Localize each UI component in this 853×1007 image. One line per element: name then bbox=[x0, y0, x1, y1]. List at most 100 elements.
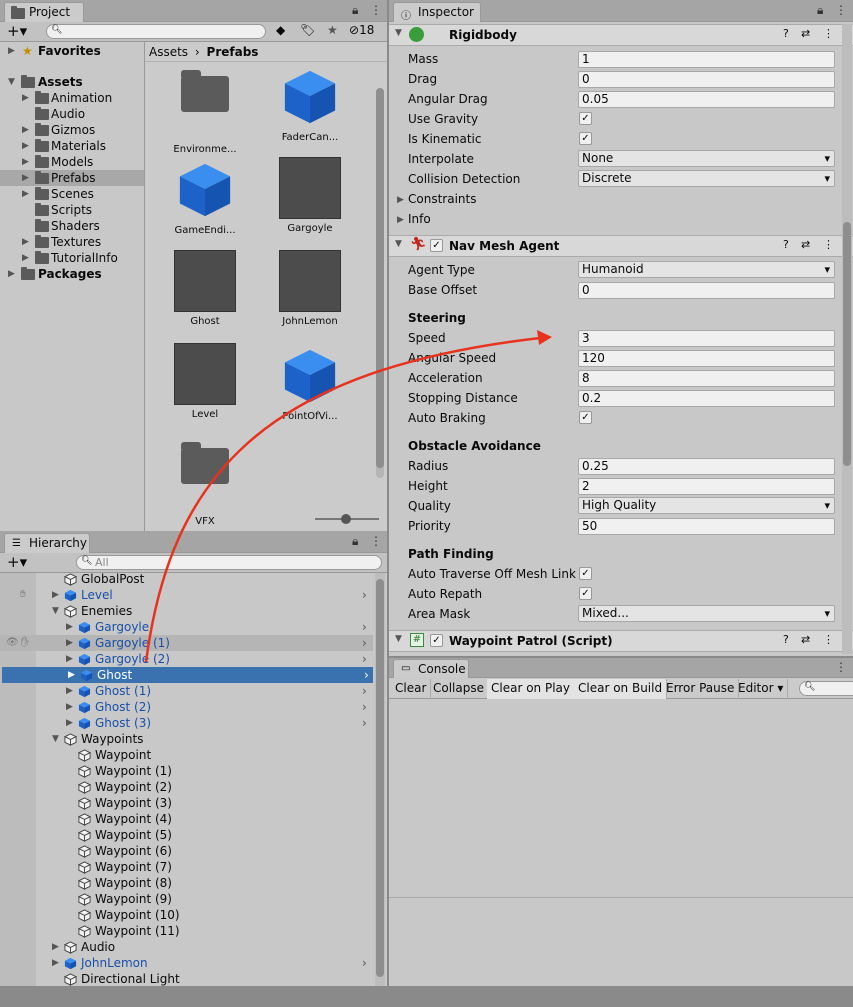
script-enabled-checkbox[interactable]: ✓ bbox=[430, 634, 443, 647]
hierarchy-scrollbar[interactable] bbox=[375, 573, 385, 986]
tree-item-tutorialinfo[interactable]: ▶ TutorialInfo bbox=[0, 250, 144, 266]
agent-type-dropdown[interactable]: Humanoid bbox=[578, 261, 835, 278]
expand-arrow-icon[interactable]: ▶ bbox=[66, 619, 73, 635]
fadercanvas-asset[interactable]: FaderCan... bbox=[260, 64, 360, 143]
presets-icon[interactable]: ⇄ bbox=[801, 238, 810, 251]
hierarchy-item[interactable]: ▶ Ghost (2) › bbox=[0, 699, 373, 715]
navmesh-agent-header[interactable]: ▼ 🏃︎ ✓ Nav Mesh Agent ? ⇄ ⋮ bbox=[389, 235, 853, 257]
chevron-right-icon[interactable]: › bbox=[362, 635, 367, 651]
chevron-right-icon[interactable]: › bbox=[362, 587, 367, 603]
quality-dropdown[interactable]: High Quality bbox=[578, 497, 835, 514]
angular-drag-field[interactable]: 0.05 bbox=[578, 91, 835, 108]
help-icon[interactable]: ? bbox=[783, 27, 789, 40]
expand-arrow-icon[interactable]: ▼ bbox=[52, 731, 59, 747]
hierarchy-item[interactable]: ▶ Gargoyle (1) › 👁︎✋︎ bbox=[0, 635, 373, 651]
expand-arrow-icon[interactable]: ▶ bbox=[66, 651, 73, 667]
tree-item-models[interactable]: ▶ Models bbox=[0, 154, 144, 170]
expand-arrow-icon[interactable]: ▶ bbox=[52, 939, 59, 955]
expand-arrow-icon[interactable]: ▶ bbox=[397, 215, 404, 225]
collision-detection-dropdown[interactable]: Discrete bbox=[578, 170, 835, 187]
presets-icon[interactable]: ⇄ bbox=[801, 633, 810, 646]
clear-button[interactable]: Clear bbox=[391, 679, 432, 699]
chevron-right-icon[interactable]: › bbox=[362, 699, 367, 715]
base-offset-field[interactable]: 0 bbox=[578, 282, 835, 299]
gameending-asset[interactable]: GameEndi... bbox=[155, 157, 255, 236]
hierarchy-item[interactable]: ▶ JohnLemon › bbox=[0, 955, 373, 971]
auto-repath-checkbox[interactable]: ✓ bbox=[579, 587, 592, 600]
lock-icon[interactable]: 🔒︎ bbox=[352, 3, 358, 18]
expand-arrow-icon[interactable]: ▶ bbox=[68, 667, 75, 683]
expand-arrow-icon[interactable]: ▼ bbox=[52, 603, 59, 619]
editor-dropdown[interactable]: Editor ▾ bbox=[734, 679, 789, 699]
johnlemon-asset[interactable]: JohnLemon bbox=[260, 250, 360, 327]
hierarchy-item[interactable]: Waypoint bbox=[0, 747, 373, 763]
component-menu-icon[interactable]: ⋮ bbox=[823, 633, 834, 646]
area-mask-dropdown[interactable]: Mixed... bbox=[578, 605, 835, 622]
inspector-scrollbar[interactable] bbox=[842, 24, 852, 654]
expand-arrow-icon[interactable]: ▶ bbox=[66, 715, 73, 731]
speed-field[interactable]: 3 bbox=[578, 330, 835, 347]
chevron-right-icon[interactable]: › bbox=[362, 683, 367, 699]
environment-asset[interactable]: Environme... bbox=[155, 64, 255, 155]
use-gravity-checkbox[interactable]: ✓ bbox=[579, 112, 592, 125]
hierarchy-item[interactable]: GlobalPost bbox=[0, 571, 373, 587]
component-menu-icon[interactable]: ⋮ bbox=[823, 238, 834, 251]
hierarchy-item[interactable]: Directional Light bbox=[0, 971, 373, 986]
hierarchy-item[interactable]: ▶ Gargoyle › bbox=[0, 619, 373, 635]
lock-icon[interactable]: 🔒︎ bbox=[352, 534, 358, 549]
chevron-right-icon[interactable]: › bbox=[362, 715, 367, 731]
chevron-right-icon[interactable]: › bbox=[362, 619, 367, 635]
project-search-input[interactable]: 🔍︎ bbox=[46, 24, 266, 39]
collapse-button[interactable]: Collapse bbox=[429, 679, 489, 699]
breadcrumb-prefabs[interactable]: Prefabs bbox=[207, 45, 259, 59]
priority-field[interactable]: 50 bbox=[578, 518, 835, 535]
error-pause-button[interactable]: Error Pause bbox=[662, 679, 740, 699]
hierarchy-search-input[interactable]: 🔍︎ All bbox=[76, 555, 382, 570]
expand-arrow-icon[interactable]: ▶ bbox=[22, 186, 29, 202]
tree-item-gizmos[interactable]: ▶ Gizmos bbox=[0, 122, 144, 138]
expand-arrow-icon[interactable]: ▶ bbox=[22, 90, 29, 106]
hierarchy-item[interactable]: ▶ Ghost (3) › bbox=[0, 715, 373, 731]
chevron-right-icon[interactable]: › bbox=[362, 651, 367, 667]
tree-item-textures[interactable]: ▶ Textures bbox=[0, 234, 144, 250]
hierarchy-item[interactable]: Waypoint (3) bbox=[0, 795, 373, 811]
hierarchy-item[interactable]: Waypoint (5) bbox=[0, 827, 373, 843]
more-options-icon[interactable]: ⋮ bbox=[835, 3, 847, 17]
tab-inspector[interactable]: ⓘ Inspector bbox=[393, 2, 481, 22]
tree-item-scripts[interactable]: Scripts bbox=[0, 202, 144, 218]
hierarchy-item[interactable]: Waypoint (1) bbox=[0, 763, 373, 779]
drag-field[interactable]: 0 bbox=[578, 71, 835, 88]
hierarchy-item[interactable]: ▶ Audio bbox=[0, 939, 373, 955]
is-kinematic-checkbox[interactable]: ✓ bbox=[579, 132, 592, 145]
waypoint-patrol-header[interactable]: ▼ # ✓ Waypoint Patrol (Script) ? ⇄ ⋮ bbox=[389, 630, 853, 652]
tab-project[interactable]: Project bbox=[4, 2, 84, 22]
favorite-icon[interactable]: ★ bbox=[327, 23, 338, 37]
height-field[interactable]: 2 bbox=[578, 478, 835, 495]
hierarchy-item[interactable]: Waypoint (6) bbox=[0, 843, 373, 859]
breadcrumb-assets[interactable]: Assets bbox=[149, 45, 188, 59]
clear-on-build-button[interactable]: Clear on Build bbox=[574, 679, 668, 699]
radius-field[interactable]: 0.25 bbox=[578, 458, 835, 475]
hierarchy-item[interactable]: Waypoint (8) bbox=[0, 875, 373, 891]
hidden-pickable-icon[interactable]: ✋︎ bbox=[20, 587, 26, 603]
chevron-right-icon[interactable]: › bbox=[364, 667, 369, 683]
tree-item-favorites[interactable]: ▶ ★ Favorites bbox=[0, 43, 144, 59]
chevron-right-icon[interactable]: › bbox=[362, 955, 367, 971]
expand-arrow-icon[interactable]: ▶ bbox=[397, 195, 404, 205]
zoom-slider[interactable] bbox=[315, 514, 379, 524]
visibility-icon[interactable]: 👁︎✋︎ bbox=[6, 635, 31, 651]
expand-arrow-icon[interactable]: ▶ bbox=[66, 683, 73, 699]
component-menu-icon[interactable]: ⋮ bbox=[823, 27, 834, 40]
tree-item-shaders[interactable]: Shaders bbox=[0, 218, 144, 234]
hierarchy-item[interactable]: ▶ Ghost (1) › bbox=[0, 683, 373, 699]
clear-on-play-button[interactable]: Clear on Play bbox=[487, 679, 575, 699]
label-icon[interactable]: 🏷︎ bbox=[300, 23, 315, 37]
more-options-icon[interactable]: ⋮ bbox=[835, 660, 847, 674]
tree-item-scenes[interactable]: ▶ Scenes bbox=[0, 186, 144, 202]
level-asset[interactable]: Level bbox=[155, 343, 255, 420]
stopping-distance-field[interactable]: 0.2 bbox=[578, 390, 835, 407]
tree-item-prefabs[interactable]: ▶ Prefabs bbox=[0, 170, 144, 186]
expand-arrow-icon[interactable]: ▶ bbox=[66, 635, 73, 651]
console-search-input[interactable]: 🔍︎ bbox=[799, 681, 853, 696]
hierarchy-item[interactable]: ▼ Waypoints bbox=[0, 731, 373, 747]
